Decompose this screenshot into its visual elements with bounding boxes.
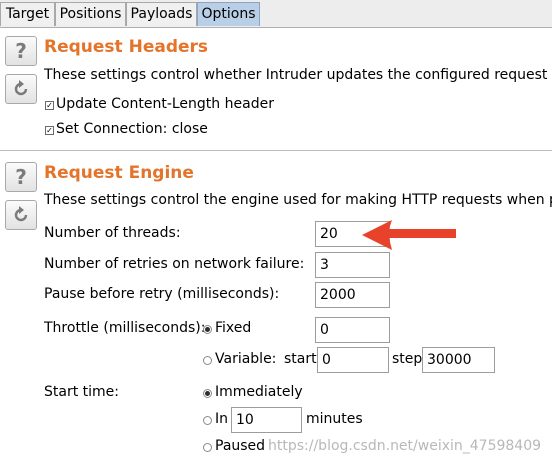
section-divider xyxy=(0,150,552,151)
throttle-label: Throttle (milliseconds): xyxy=(44,320,206,336)
start-in-minutes-input[interactable] xyxy=(231,407,302,433)
throttle-fixed-label: Fixed xyxy=(215,320,252,336)
tab-payloads[interactable]: Payloads xyxy=(126,2,197,26)
restore-defaults-icon xyxy=(14,80,28,96)
tab-options[interactable]: Options xyxy=(197,2,260,26)
throttle-fixed-radio[interactable] xyxy=(203,325,212,334)
restore-defaults-icon xyxy=(14,206,28,222)
throttle-fixed-input[interactable] xyxy=(315,317,390,343)
tab-target[interactable]: Target xyxy=(0,2,55,26)
throttle-start-input[interactable] xyxy=(317,347,389,373)
throttle-variable-radio[interactable] xyxy=(203,356,212,365)
request-engine-title: Request Engine xyxy=(44,163,194,183)
throttle-step-label: step xyxy=(392,351,423,367)
throttle-start-label: start xyxy=(284,351,317,367)
pause-input[interactable] xyxy=(315,282,390,308)
tab-positions[interactable]: Positions xyxy=(55,2,126,26)
watermark-text: https://blog.csdn.net/weixin_47598409 xyxy=(268,438,542,454)
set-connection-close-label: Set Connection: close xyxy=(56,121,208,137)
pause-label: Pause before retry (milliseconds): xyxy=(44,286,280,302)
question-mark-icon: ? xyxy=(15,165,27,189)
threads-label: Number of threads: xyxy=(44,225,181,241)
retries-label: Number of retries on network failure: xyxy=(44,256,305,272)
question-mark-icon: ? xyxy=(15,39,27,63)
annotation-arrow-icon xyxy=(362,220,456,250)
start-in-radio[interactable] xyxy=(203,416,212,425)
tab-strip: Target Positions Payloads Options xyxy=(0,0,552,28)
request-headers-restore-button[interactable] xyxy=(5,74,37,104)
start-immediately-label: Immediately xyxy=(215,384,303,400)
start-time-label: Start time: xyxy=(44,384,119,400)
request-engine-help-button[interactable]: ? xyxy=(5,162,37,192)
throttle-step-input[interactable] xyxy=(422,347,495,373)
update-content-length-checkbox[interactable]: ✓ xyxy=(45,101,54,110)
request-engine-restore-button[interactable] xyxy=(5,200,37,230)
request-headers-help-button[interactable]: ? xyxy=(5,36,37,66)
request-engine-description: These settings control the engine used f… xyxy=(44,192,552,208)
request-headers-title: Request Headers xyxy=(44,37,209,57)
start-in-label: In xyxy=(215,411,229,427)
set-connection-close-checkbox[interactable]: ✓ xyxy=(45,126,54,135)
throttle-variable-label: Variable: xyxy=(215,351,277,367)
start-immediately-radio[interactable] xyxy=(203,389,212,398)
minutes-label: minutes xyxy=(306,411,363,427)
request-headers-description: These settings control whether Intruder … xyxy=(44,67,552,83)
start-paused-radio[interactable] xyxy=(203,443,212,452)
update-content-length-label: Update Content-Length header xyxy=(56,96,274,112)
start-paused-label: Paused xyxy=(215,438,266,454)
